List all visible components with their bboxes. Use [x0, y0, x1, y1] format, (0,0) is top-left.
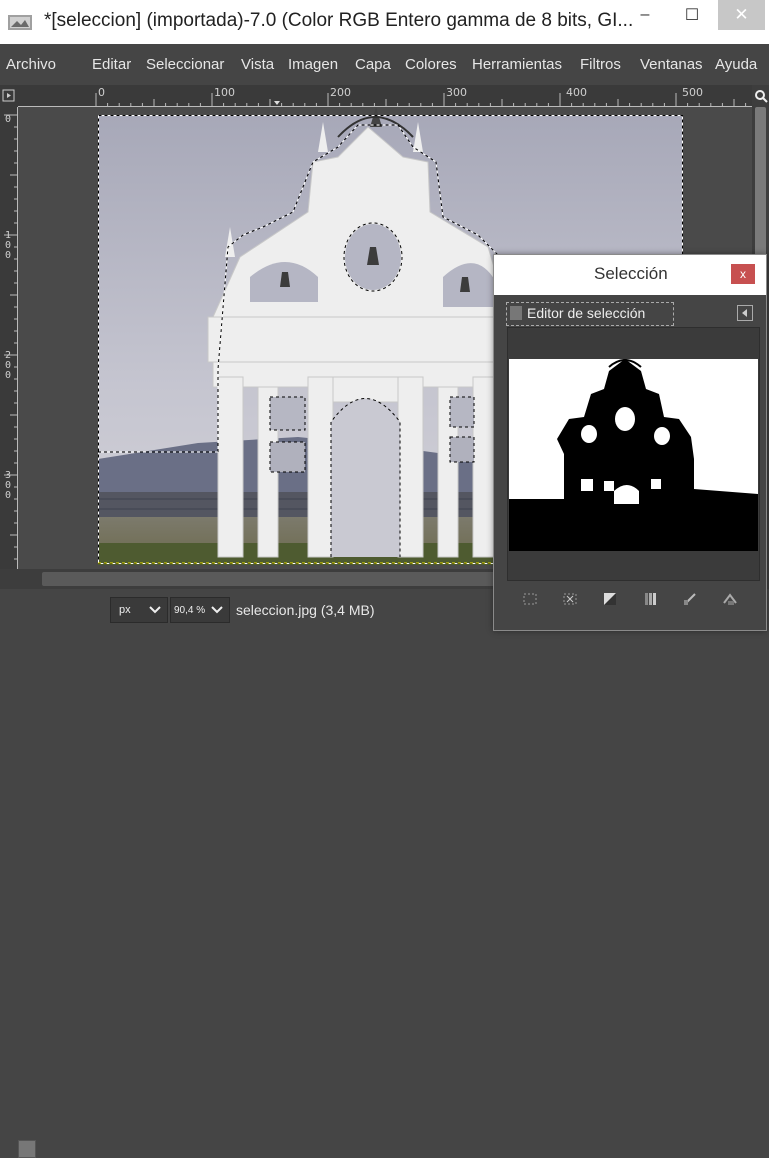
selection-preview[interactable]	[507, 327, 760, 581]
menu-bar: Archivo Editar Seleccionar Vista Imagen …	[0, 47, 769, 83]
magnifier-icon	[754, 90, 768, 103]
horizontal-ruler: 0 100 200 300 400 500	[18, 85, 752, 107]
dialog-title-bar[interactable]: Selección x	[494, 255, 766, 295]
vertical-ruler: 0 100 200 300	[0, 107, 18, 569]
menu-filtros[interactable]: Filtros	[580, 56, 621, 73]
select-all-icon	[523, 593, 537, 605]
tab-label: Editor de selección	[527, 305, 646, 321]
dialog-close-button[interactable]: x	[731, 264, 755, 284]
ruler-label: 200	[330, 86, 351, 99]
save-to-channel-icon	[645, 593, 656, 605]
maximize-button[interactable]: ☐	[670, 0, 714, 30]
ruler-label: 200	[4, 350, 12, 381]
zoom-fit-button[interactable]	[752, 85, 769, 107]
invert-selection-icon	[604, 593, 616, 605]
minimize-icon: –	[640, 6, 650, 23]
quick-mask-toggle[interactable]	[18, 1140, 36, 1158]
menu-arrow-icon	[2, 89, 15, 102]
ruler-label: 400	[566, 86, 587, 99]
zoom-select[interactable]: 90,4 %	[170, 597, 230, 623]
menu-archivo[interactable]: Archivo	[6, 56, 56, 73]
ruler-label: 0	[98, 86, 105, 99]
ruler-label: 0	[4, 114, 12, 125]
select-none-icon	[563, 593, 577, 605]
close-icon: ✕	[734, 5, 749, 24]
stroke-path-button[interactable]	[718, 587, 742, 611]
stroke-selection-button[interactable]	[678, 587, 702, 611]
close-button[interactable]: ✕	[718, 0, 765, 30]
ruler-label: 100	[214, 86, 235, 99]
ruler-ticks	[18, 93, 752, 107]
menu-seleccionar[interactable]: Seleccionar	[146, 56, 224, 73]
ruler-label: 300	[446, 86, 467, 99]
menu-capa[interactable]: Capa	[355, 56, 391, 73]
menu-colores[interactable]: Colores	[405, 56, 457, 73]
selection-editor-icon	[510, 306, 522, 320]
chevron-down-icon	[149, 606, 161, 614]
maximize-icon: ☐	[684, 7, 700, 24]
gimp-app-icon	[8, 15, 32, 30]
ruler-corner-button[interactable]	[0, 85, 18, 107]
ruler-label: 500	[682, 86, 703, 99]
horizontal-scroll-thumb[interactable]	[42, 572, 502, 586]
dock-menu-button[interactable]	[737, 305, 753, 321]
select-all-button[interactable]	[518, 587, 542, 611]
zoom-value: 90,4 %	[174, 604, 206, 616]
menu-imagen[interactable]: Imagen	[288, 56, 338, 73]
menu-arrow-icon	[742, 309, 747, 317]
ruler-label: 300	[4, 470, 12, 501]
selection-dialog: Selección x Editor de selección	[493, 254, 767, 631]
file-info: seleccion.jpg (3,4 MB)	[236, 602, 375, 618]
title-bar: *[seleccion] (importada)-7.0 (Color RGB …	[0, 0, 769, 44]
mask-drawing	[509, 359, 758, 551]
menu-ayuda[interactable]: Ayuda	[715, 56, 757, 73]
save-to-channel-button[interactable]	[638, 587, 662, 611]
menu-herramientas[interactable]: Herramientas	[472, 56, 562, 73]
minimize-button[interactable]: –	[623, 0, 667, 30]
menu-vista[interactable]: Vista	[241, 56, 274, 73]
select-none-button[interactable]	[558, 587, 582, 611]
stroke-path-icon	[723, 593, 737, 605]
unit-select[interactable]: px	[110, 597, 168, 623]
invert-selection-button[interactable]	[598, 587, 622, 611]
vertical-scroll-thumb[interactable]	[755, 107, 766, 257]
dialog-title: Selección	[594, 264, 668, 283]
chevron-down-icon	[211, 606, 223, 614]
selection-mask-image	[509, 359, 758, 551]
unit-value: px	[119, 604, 131, 616]
tab-selection-editor[interactable]: Editor de selección	[506, 302, 674, 326]
menu-editar[interactable]: Editar	[92, 56, 131, 73]
ruler-label: 100	[4, 230, 12, 261]
stroke-selection-icon	[684, 593, 696, 605]
close-icon: x	[740, 267, 746, 281]
window-title: *[seleccion] (importada)-7.0 (Color RGB …	[44, 10, 634, 31]
menu-ventanas[interactable]: Ventanas	[640, 56, 703, 73]
